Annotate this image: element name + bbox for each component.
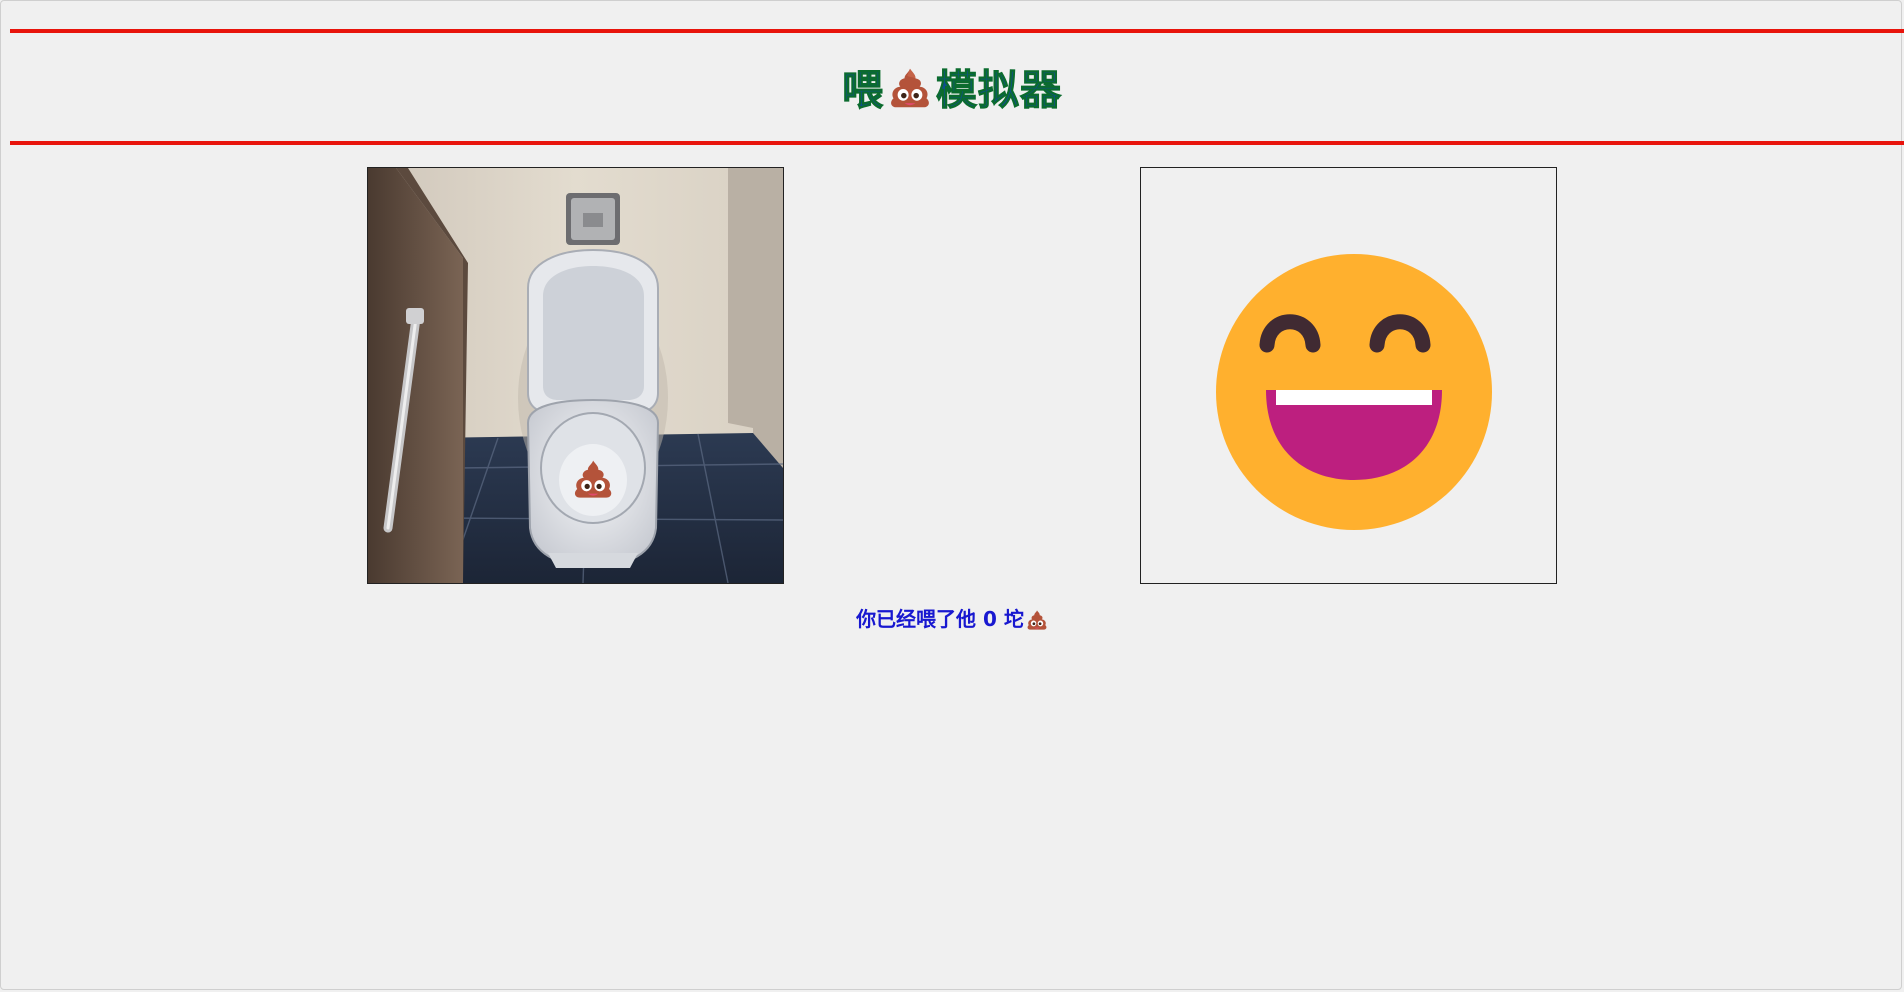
toilet-panel[interactable] bbox=[367, 167, 784, 584]
counter-suffix: 坨 bbox=[1003, 607, 1024, 631]
poop-icon bbox=[891, 68, 929, 108]
counter-prefix: 你已经喂了他 bbox=[856, 607, 977, 631]
window-frame bbox=[0, 0, 1902, 990]
grinning-face-icon bbox=[1216, 254, 1492, 530]
poop-icon bbox=[1027, 610, 1047, 630]
counter-value: 0 bbox=[983, 607, 997, 631]
page-title: 喂 模拟器 bbox=[0, 64, 1904, 116]
top-divider bbox=[10, 29, 1904, 33]
toilet-image bbox=[368, 168, 783, 583]
title-text-left: 喂 bbox=[842, 66, 884, 115]
title-text-right: 模拟器 bbox=[936, 66, 1062, 115]
face-panel[interactable] bbox=[1140, 167, 1557, 584]
feed-counter: 你已经喂了他 0 坨 bbox=[0, 606, 1904, 632]
bottom-divider bbox=[10, 141, 1904, 145]
